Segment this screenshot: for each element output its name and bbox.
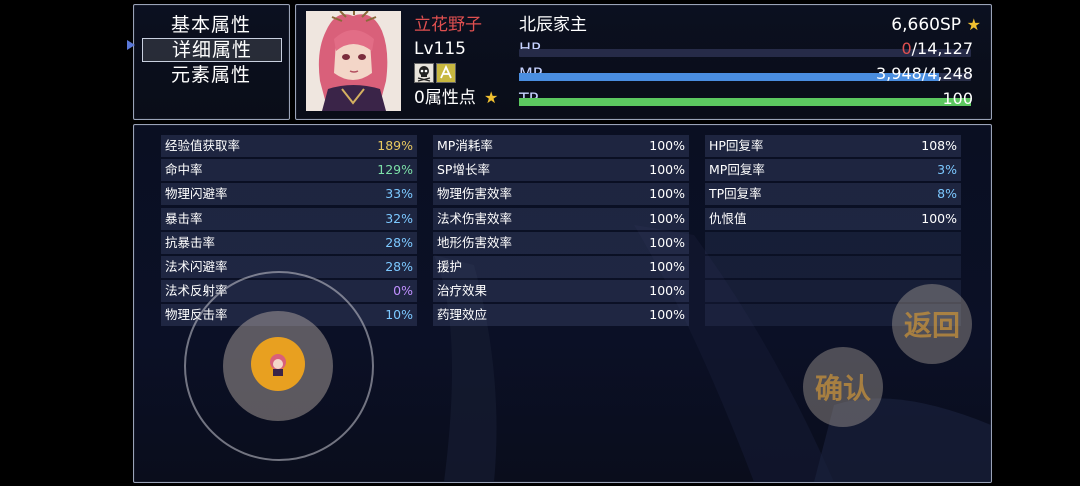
stat-value: 108%	[921, 138, 957, 153]
stat-label: 抗暴击率	[165, 234, 216, 250]
stat-value: 100%	[649, 234, 685, 250]
stat-value: 28%	[385, 234, 413, 250]
stat-row: 仇恨值 100%	[705, 207, 961, 230]
stat-row: 援护 100%	[433, 255, 689, 278]
stat-row: 治疗效果 100%	[433, 280, 689, 303]
attribute-points: 0属性点	[414, 88, 476, 108]
back-button[interactable]: 返回	[892, 284, 972, 364]
stat-label: 物理伤害效率	[437, 186, 513, 202]
stat-value: 8%	[937, 186, 957, 202]
stat-value: 189%	[377, 138, 413, 153]
star-icon: ★	[484, 88, 499, 107]
stat-row: MP消耗率 100%	[433, 135, 689, 157]
stat-label: 仇恨值	[709, 210, 747, 226]
joystick-character-icon	[251, 337, 305, 391]
stat-row: 物理闪避率 33%	[161, 183, 417, 206]
stat-row	[705, 231, 961, 254]
menu-item-element[interactable]: 元素属性	[142, 63, 280, 87]
stat-label: HP回复率	[709, 138, 764, 153]
stat-label: 援护	[437, 258, 463, 274]
stat-row: 抗暴击率 28%	[161, 231, 417, 254]
hp-current: 0	[901, 39, 912, 58]
stat-row: TP回复率 8%	[705, 183, 961, 206]
confirm-button[interactable]: 确认	[803, 347, 883, 427]
cursor-arrow-icon	[127, 40, 135, 50]
menu-item-basic[interactable]: 基本属性	[142, 13, 280, 37]
skull-state-icon	[414, 63, 434, 83]
hp-value: 0/14,127	[901, 39, 973, 58]
menu-item-detail[interactable]: 详细属性	[142, 38, 282, 62]
sp-value: 6,660SP	[891, 15, 961, 35]
tp-gauge	[519, 98, 971, 106]
stat-row: 经验值获取率 189%	[161, 135, 417, 157]
stat-row: HP回复率 108%	[705, 135, 961, 157]
stat-value: 100%	[921, 210, 957, 226]
stat-label: 地形伤害效率	[437, 234, 513, 250]
stat-row: 暴击率 32%	[161, 207, 417, 230]
stat-label: 药理效应	[437, 307, 488, 323]
stat-label: 法术闪避率	[165, 258, 228, 274]
stat-label: TP回复率	[709, 186, 762, 202]
sp-star-icon: ★	[966, 15, 981, 34]
stat-value: 100%	[649, 162, 685, 178]
stat-label: 治疗效果	[437, 283, 488, 299]
stat-label: MP消耗率	[437, 138, 493, 153]
stat-value: 100%	[649, 258, 685, 274]
stat-row: SP增长率 100%	[433, 159, 689, 182]
tp-gauge-fill	[519, 98, 971, 106]
stat-row: 药理效应 100%	[433, 304, 689, 327]
stat-label: 经验值获取率	[165, 138, 241, 153]
hp-max: /14,127	[911, 39, 973, 58]
stat-value: 10%	[385, 307, 413, 323]
stat-row: MP回复率 3%	[705, 159, 961, 182]
stat-label: 命中率	[165, 162, 203, 178]
stat-value: 100%	[649, 210, 685, 226]
tp-value: 100	[942, 89, 973, 108]
stat-label: 物理闪避率	[165, 186, 228, 202]
stat-value: 33%	[385, 186, 413, 202]
stat-row: 物理伤害效率 100%	[433, 183, 689, 206]
stat-value: 100%	[649, 186, 685, 202]
stat-row: 法术伤害效率 100%	[433, 207, 689, 230]
stat-value: 32%	[385, 210, 413, 226]
stat-label: MP回复率	[709, 162, 765, 178]
character-title: 北辰家主	[519, 15, 587, 35]
stat-value: 129%	[377, 162, 413, 178]
stat-value: 100%	[649, 307, 685, 323]
stats-column-2: MP消耗率 100% SP增长率 100% 物理伤害效率 100% 法术伤害效率 100% 地形…	[433, 135, 689, 329]
character-name: 立花野子	[414, 15, 482, 35]
character-level: Lv115	[414, 39, 466, 59]
detail-stats-window: 经验值获取率 189% 命中率 129% 物理闪避率 33% 暴击率 32% 抗暴击率 28% 法术…	[133, 124, 992, 483]
stat-value: 28%	[385, 258, 413, 274]
character-portrait	[306, 11, 401, 111]
stat-label: 暴击率	[165, 210, 203, 226]
mp-value: 3,948/4,248	[876, 64, 973, 83]
stat-row	[705, 255, 961, 278]
buff-state-icon	[436, 63, 456, 83]
stat-row: 地形伤害效率 100%	[433, 231, 689, 254]
stat-row: 命中率 129%	[161, 159, 417, 182]
stat-value: 0%	[393, 283, 413, 299]
stat-value: 3%	[937, 162, 957, 178]
stat-label: 法术伤害效率	[437, 210, 513, 226]
attribute-menu-window: 基本属性 详细属性 元素属性	[133, 4, 290, 120]
stat-value: 100%	[649, 283, 685, 299]
stat-label: SP增长率	[437, 162, 490, 178]
character-status-window: 立花野子 Lv115 0属性点 ★ 北辰家主 6,660SP ★ HP 0/14…	[295, 4, 992, 120]
stat-value: 100%	[649, 138, 685, 153]
